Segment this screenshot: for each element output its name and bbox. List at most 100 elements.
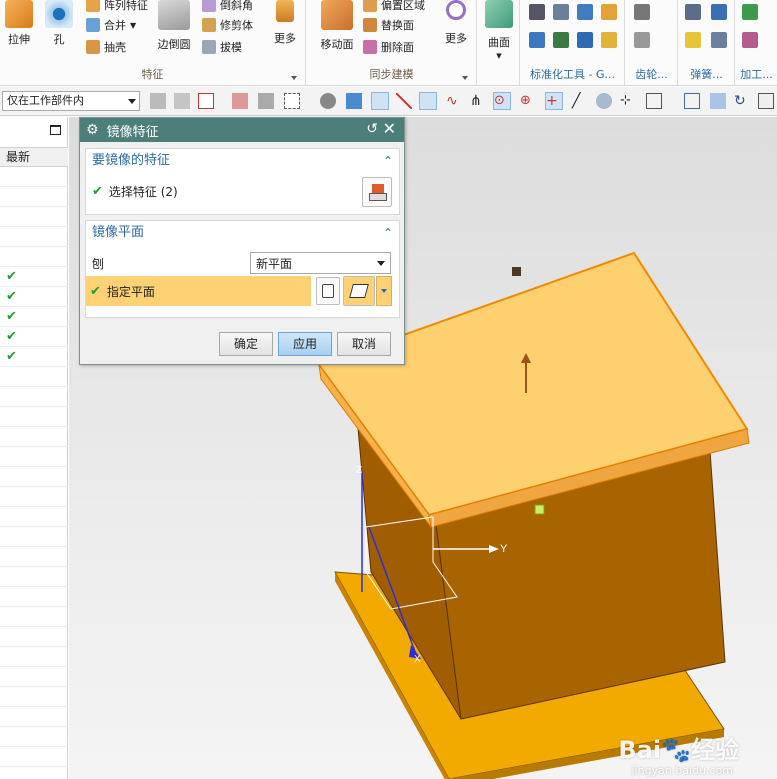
- list-item[interactable]: [0, 367, 68, 387]
- collapse-icon[interactable]: ⌃: [383, 221, 393, 245]
- endpoint-snap-icon[interactable]: [371, 92, 389, 110]
- quadrant-snap-icon[interactable]: ⊕: [520, 93, 536, 109]
- unite-button[interactable]: 合并 ▼: [86, 15, 136, 35]
- list-item[interactable]: ✔: [0, 287, 68, 307]
- intersection-snap-icon[interactable]: ⋔: [470, 93, 486, 109]
- apply-button[interactable]: 应用: [278, 332, 332, 356]
- list-item[interactable]: [0, 727, 68, 747]
- rotate-icon[interactable]: ↻: [734, 93, 750, 109]
- machining-tool-icon[interactable]: [742, 4, 758, 20]
- spring-tool-icon[interactable]: [711, 4, 727, 20]
- spring-tool-icon[interactable]: [685, 32, 701, 48]
- hole-button[interactable]: 孔: [44, 0, 74, 47]
- list-item[interactable]: [0, 227, 68, 247]
- trim-body-button[interactable]: 修剪体: [202, 15, 253, 35]
- list-item[interactable]: ✔: [0, 267, 68, 287]
- collapse-icon[interactable]: ⌃: [383, 149, 393, 173]
- move-face-button[interactable]: 移动面: [317, 0, 357, 52]
- close-icon[interactable]: ✕: [383, 119, 396, 138]
- tool-icon[interactable]: [577, 4, 593, 20]
- tool-icon[interactable]: [529, 32, 545, 48]
- solid-icon[interactable]: [320, 93, 336, 109]
- bounded-grid-icon[interactable]: ⊹: [620, 93, 636, 109]
- reverse-direction-button[interactable]: [316, 277, 340, 305]
- delete-face-button[interactable]: 删除面: [363, 37, 414, 57]
- list-item[interactable]: [0, 747, 68, 767]
- select-icon[interactable]: [232, 93, 248, 109]
- list-item[interactable]: [0, 667, 68, 687]
- offset-region-button[interactable]: 偏置区域: [363, 0, 425, 15]
- list-item[interactable]: [0, 447, 68, 467]
- filter-icon[interactable]: [174, 93, 190, 109]
- existing-point-snap-icon[interactable]: +: [545, 92, 563, 110]
- maximize-icon[interactable]: [50, 125, 61, 135]
- select-feature-row[interactable]: ✔ 选择特征 (2): [92, 179, 178, 203]
- selection-scope-dropdown[interactable]: 仅在工作部件内: [2, 91, 140, 111]
- spring-tool-icon[interactable]: [711, 32, 727, 48]
- specify-plane-row[interactable]: ✔ 指定平面: [86, 276, 311, 306]
- plane-type-select[interactable]: 新平面: [250, 252, 391, 274]
- tool-icon[interactable]: [529, 4, 545, 20]
- center-snap-icon[interactable]: ⊙: [493, 92, 511, 110]
- surface-button[interactable]: 曲面 ▼: [484, 0, 514, 60]
- gear-tool-icon[interactable]: [634, 4, 650, 20]
- list-item[interactable]: [0, 627, 68, 647]
- tool-icon[interactable]: [553, 32, 569, 48]
- point-on-face-icon[interactable]: [596, 93, 612, 109]
- tool-icon[interactable]: [553, 4, 569, 20]
- list-item[interactable]: [0, 547, 68, 567]
- plane-method-dropdown[interactable]: [376, 276, 392, 306]
- list-item[interactable]: [0, 427, 68, 447]
- ok-button[interactable]: 确定: [219, 332, 273, 356]
- pattern-feature-button[interactable]: 阵列特征: [86, 0, 148, 15]
- list-item[interactable]: [0, 647, 68, 667]
- list-item[interactable]: [0, 487, 68, 507]
- list-item[interactable]: [0, 587, 68, 607]
- machining-tool-icon[interactable]: [742, 32, 758, 48]
- select-feature-button[interactable]: [362, 177, 392, 207]
- list-item[interactable]: [0, 607, 68, 627]
- select-icon[interactable]: [258, 93, 274, 109]
- list-item[interactable]: [0, 707, 68, 727]
- filter-icon[interactable]: [150, 93, 166, 109]
- list-item[interactable]: ✔: [0, 327, 68, 347]
- feature-more-button[interactable]: 更多: [270, 0, 300, 46]
- control-point-snap-icon[interactable]: [419, 92, 437, 110]
- shell-button[interactable]: 抽壳: [86, 37, 126, 57]
- list-item[interactable]: [0, 187, 68, 207]
- group-expand-icon[interactable]: [462, 76, 468, 80]
- gear-icon[interactable]: ⚙: [86, 122, 99, 138]
- curve-snap-icon[interactable]: ∿: [446, 93, 462, 109]
- tool-icon[interactable]: [601, 4, 617, 20]
- list-item[interactable]: ✔: [0, 347, 68, 367]
- gear-tool-icon[interactable]: [634, 32, 650, 48]
- extrude-button[interactable]: 拉伸: [4, 0, 34, 47]
- chamfer-button[interactable]: 倒斜角: [202, 0, 253, 15]
- latest-column-header[interactable]: 最新: [0, 147, 68, 167]
- body-icon[interactable]: [346, 93, 362, 109]
- list-item[interactable]: [0, 687, 68, 707]
- grid-icon[interactable]: [646, 93, 662, 109]
- dialog-titlebar[interactable]: ⚙ 镜像特征 ↺ ✕: [80, 118, 404, 142]
- features-to-mirror-header[interactable]: 要镜像的特征 ⌃: [86, 149, 399, 173]
- midpoint-snap-icon[interactable]: [396, 93, 412, 109]
- list-item[interactable]: [0, 467, 68, 487]
- snap-point-icon[interactable]: [198, 93, 214, 109]
- small-cube[interactable]: [512, 267, 521, 276]
- group-expand-icon[interactable]: [291, 76, 297, 80]
- view-fit-icon[interactable]: [684, 93, 700, 109]
- list-item[interactable]: [0, 247, 68, 267]
- list-item[interactable]: [0, 407, 68, 427]
- snap-handle[interactable]: [534, 504, 545, 515]
- spring-tool-icon[interactable]: [685, 4, 701, 20]
- edge-blend-button[interactable]: 边倒圆: [156, 0, 192, 52]
- list-item[interactable]: [0, 507, 68, 527]
- view-orient-icon[interactable]: [710, 93, 726, 109]
- cancel-button[interactable]: 取消: [337, 332, 391, 356]
- plane-dialog-button[interactable]: [343, 276, 375, 306]
- point-on-curve-icon[interactable]: ╱: [572, 93, 588, 109]
- list-item[interactable]: ✔: [0, 307, 68, 327]
- tool-icon[interactable]: [577, 32, 593, 48]
- list-item[interactable]: [0, 207, 68, 227]
- draft-button[interactable]: 拔模: [202, 37, 242, 57]
